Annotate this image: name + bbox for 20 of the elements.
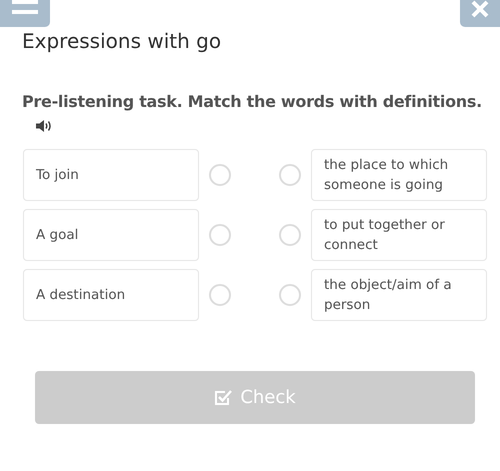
speaker-icon[interactable] xyxy=(36,119,53,133)
definition-card[interactable]: the place to which someone is going xyxy=(311,149,487,201)
definition-card[interactable]: to put together or connect xyxy=(311,209,487,261)
match-radio[interactable] xyxy=(279,284,301,306)
close-icon xyxy=(471,0,489,18)
menu-button[interactable] xyxy=(0,0,50,27)
word-card[interactable]: A goal xyxy=(23,209,199,261)
menu-icon xyxy=(12,0,38,16)
checkbox-icon xyxy=(214,388,232,406)
match-radio[interactable] xyxy=(209,284,231,306)
match-radio[interactable] xyxy=(279,224,301,246)
close-button[interactable] xyxy=(460,0,500,27)
exercise-title: Expressions with go xyxy=(22,29,222,53)
instruction-text: Pre-listening task. Match the words with definitions. xyxy=(22,92,483,111)
definition-card[interactable]: the object/aim of a person xyxy=(311,269,487,321)
word-card[interactable]: To join xyxy=(23,149,199,201)
match-radio[interactable] xyxy=(209,224,231,246)
match-radio[interactable] xyxy=(209,164,231,186)
match-radio[interactable] xyxy=(279,164,301,186)
word-card[interactable]: A destination xyxy=(23,269,199,321)
